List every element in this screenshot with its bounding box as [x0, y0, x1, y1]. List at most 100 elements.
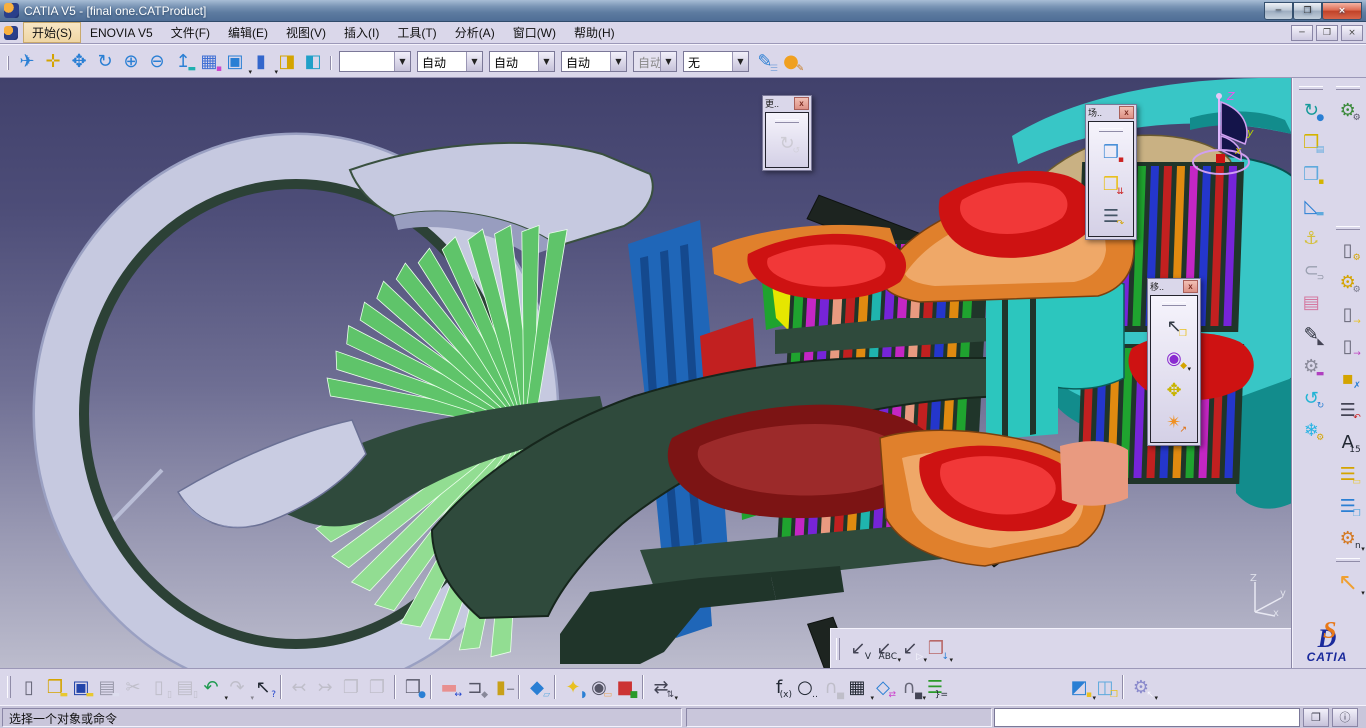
mechanical-tool-icon[interactable]: ⚙ ▬: [1298, 353, 1324, 379]
scene-doc-icon[interactable]: ▯ ⚙: [1335, 237, 1361, 263]
light-sources-icon[interactable]: ✦ ◗: [560, 674, 586, 700]
3d-viewport[interactable]: Z y x Z y x 更.. x ↻↺ 场.. x ❒▪ ❒⇊ ☰↷: [0, 78, 1292, 668]
menu-view[interactable]: 视图(V): [277, 22, 335, 43]
mdi-close-button[interactable]: ×: [1341, 24, 1363, 41]
manipulators-icon[interactable]: ⇄ ⇅ ▾: [648, 674, 678, 703]
toolbar-grip[interactable]: [7, 676, 11, 698]
zoom-out-icon[interactable]: ⊖: [144, 48, 170, 74]
text-leader-icon[interactable]: ↙ ABC ▾: [871, 636, 901, 664]
whats-this-icon[interactable]: ↖?: [250, 674, 276, 700]
render-mode-combo[interactable]: 自动 ▼: [633, 50, 677, 72]
toolbar-grip[interactable]: [1099, 128, 1123, 132]
toolbar-grip[interactable]: [775, 119, 799, 123]
swap-visible-space-icon[interactable]: ◧: [300, 48, 326, 74]
product-structure-icon[interactable]: ☰ ❒: [1335, 493, 1361, 519]
assistance-button[interactable]: ⓘ: [1332, 707, 1358, 727]
linetype-combo[interactable]: 自动 ▼: [417, 50, 483, 72]
automation-gears-icon[interactable]: ⚙ ⚙: [1335, 269, 1361, 295]
move-floating-toolbar[interactable]: 移.. x ↖ ❒ ◉ ◆ ▾ ✥ ✴ ↗: [1147, 278, 1201, 446]
pan-icon[interactable]: ✥: [66, 48, 92, 74]
angle-constraint-icon[interactable]: ◺ ▬: [1298, 193, 1324, 219]
rendering-icon[interactable]: ◉ ▭: [586, 674, 612, 700]
graphic-color-combo[interactable]: ▼: [339, 50, 411, 72]
sectioning-icon[interactable]: ❒ ↓ ▾: [923, 636, 953, 664]
measure-between-icon[interactable]: ↙ V: [845, 636, 871, 662]
undo-icon[interactable]: ↶ ▾: [198, 674, 228, 703]
print-icon[interactable]: ▤ ▬: [94, 674, 120, 700]
toolbar-grip[interactable]: [1162, 302, 1186, 306]
assembly-symmetry-icon[interactable]: ↺ ↻: [1298, 385, 1325, 411]
thickness-combo[interactable]: 自动 ▼: [489, 50, 555, 72]
thickness-combo-dropdown-icon[interactable]: ▼: [538, 51, 554, 71]
minimize-button[interactable]: ─: [1264, 1, 1293, 20]
new-document-icon[interactable]: ▯: [16, 674, 42, 700]
parameters-icon[interactable]: ⚙ n ▾: [1335, 525, 1365, 554]
move-toolbar-close-icon[interactable]: x: [1183, 280, 1198, 293]
compare-products-icon[interactable]: ◫ ❒: [1092, 674, 1118, 700]
select-icon[interactable]: ↖ ▾: [1335, 568, 1365, 597]
insert-existing-component-icon[interactable]: ❒ ●: [400, 674, 426, 700]
menu-window[interactable]: 窗口(W): [504, 22, 565, 43]
scenes-floating-toolbar[interactable]: 场.. x ❒ ▪ ❒ ⇊ ☰ ↷: [1085, 104, 1137, 240]
new-product-icon[interactable]: ❒ ▤: [1298, 129, 1324, 155]
dialog-collapse-button[interactable]: ❐: [1303, 707, 1329, 727]
painter-icon[interactable]: ● ✎: [778, 48, 804, 74]
menu-start[interactable]: 开始(S): [23, 22, 81, 43]
linetype-combo-dropdown-icon[interactable]: ▼: [466, 51, 482, 71]
lock-mechanism-icon[interactable]: ∩ ▅ ▾: [896, 674, 926, 703]
toolbar-grip[interactable]: [7, 55, 9, 70]
layer-combo[interactable]: 无 ▼: [683, 50, 749, 72]
options-pointer-icon[interactable]: ⚙ ↖ ▾: [1128, 674, 1158, 703]
fly-mode-icon[interactable]: ✈: [14, 48, 40, 74]
check-rules-icon[interactable]: ☰}=: [922, 674, 948, 700]
smart-move-icon[interactable]: ✴ ↗: [1161, 409, 1187, 435]
catalog-browser-icon[interactable]: ◩ ▪ ▾: [1066, 674, 1096, 703]
measure-item-icon[interactable]: ⊐ ◆: [462, 674, 488, 700]
mdi-minimize-button[interactable]: ─: [1291, 24, 1313, 41]
menu-file[interactable]: 文件(F): [162, 22, 219, 43]
snap-icon[interactable]: ◉ ◆ ▾: [1161, 345, 1191, 374]
open-icon[interactable]: ❒ ▬: [42, 674, 68, 700]
multi-instantiation-icon[interactable]: ↻ ●: [1298, 97, 1325, 123]
toolbar-grip[interactable]: [1335, 226, 1360, 230]
point-symbol-combo-dropdown-icon[interactable]: ▼: [610, 51, 626, 71]
flag-note-icon[interactable]: ↙ ▷ ▾: [897, 636, 927, 664]
restore-button[interactable]: ❐: [1293, 1, 1322, 20]
normal-view-icon[interactable]: ↥ ▬: [170, 48, 196, 74]
toolbar-grip[interactable]: [836, 637, 840, 660]
copy-graphic-properties-icon[interactable]: ✎ ☰: [752, 48, 778, 74]
3d-compass[interactable]: Z y x: [1183, 84, 1261, 176]
menu-tools[interactable]: 工具(T): [388, 22, 445, 43]
measure-between-tool-icon[interactable]: ▬ ↔: [436, 674, 462, 700]
menu-enovia[interactable]: ENOVIA V5: [81, 24, 162, 42]
mass-properties-icon[interactable]: ▮ ▔: [488, 674, 514, 700]
scenes-toolbar-close-icon[interactable]: x: [1119, 106, 1134, 119]
render-mode-combo-dropdown-icon[interactable]: ▼: [660, 51, 676, 71]
render-style-icon[interactable]: ▮ ▾: [248, 48, 278, 77]
layer-combo-dropdown-icon[interactable]: ▼: [732, 51, 748, 71]
apply-material-icon[interactable]: ■ ■: [612, 674, 638, 700]
close-button[interactable]: ×: [1322, 1, 1362, 20]
export-doc-icon[interactable]: ▯ →: [1335, 333, 1361, 359]
menu-insert[interactable]: 插入(I): [335, 22, 388, 43]
fix-together-icon[interactable]: ▤: [1298, 289, 1324, 315]
mdi-restore-button[interactable]: ❐: [1316, 24, 1338, 41]
zoom-in-icon[interactable]: ⊕: [118, 48, 144, 74]
enhanced-scene-icon[interactable]: ❒ ▪: [1098, 139, 1124, 165]
generate-numbering-icon[interactable]: A 15: [1335, 429, 1361, 455]
scene-stack-icon[interactable]: ❒ ⇊: [1098, 171, 1124, 197]
manipulation-icon[interactable]: ↖ ❒: [1161, 313, 1187, 339]
quick-view-icon[interactable]: ▦ ▪: [196, 48, 222, 74]
hide-show-icon[interactable]: ◨: [274, 48, 300, 74]
formula-icon[interactable]: f (x): [766, 674, 792, 700]
new-component-icon[interactable]: ❒ ▪: [1298, 161, 1324, 187]
graphic-color-combo-dropdown-icon[interactable]: ▼: [394, 51, 410, 71]
quick-constraint-icon[interactable]: ⊂ ⊃: [1298, 257, 1325, 283]
update-toolbar-close-icon[interactable]: x: [794, 97, 809, 110]
smart-update-icon[interactable]: ❄ ⚙: [1298, 417, 1325, 443]
fit-all-in-icon[interactable]: ✛: [40, 48, 66, 74]
import-doc-icon[interactable]: ▯ →: [1335, 301, 1361, 327]
sketcher-icon[interactable]: ✎ ◣: [1298, 321, 1325, 347]
component-filter-icon[interactable]: ▪ ✗: [1335, 365, 1361, 391]
design-table-icon[interactable]: ▦ ▾: [844, 674, 874, 703]
